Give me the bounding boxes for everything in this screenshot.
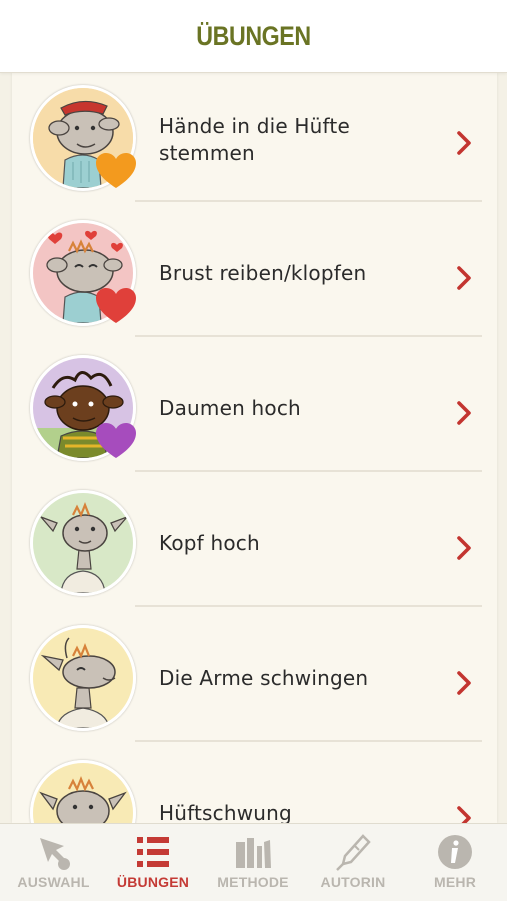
exercise-label-line: Hüftschwung [159, 801, 292, 823]
exercise-label-line: Brust reiben/klopfen [159, 261, 367, 285]
tab-label: ÜBUNGEN [116, 874, 190, 890]
tab-label: AUSWAHL [17, 874, 90, 890]
divider [135, 200, 482, 202]
orange-heart-icon [96, 153, 136, 188]
purple-heart-icon [96, 423, 136, 458]
exercise-label: Hände in die Hüfte stemmen [159, 113, 350, 167]
tab-uebungen[interactable]: ÜBUNGEN [103, 824, 203, 901]
chevron-right-icon[interactable] [455, 535, 473, 561]
exercise-label: Hüftschwung [159, 800, 292, 823]
list-item-haende-huefte[interactable]: Hände in die Hüfte stemmen [12, 73, 497, 208]
pointer-icon [39, 838, 70, 870]
exercise-label-line: Kopf hoch [159, 531, 260, 555]
tab-autorin[interactable]: AUTORIN [303, 824, 403, 901]
red-heart-icon [96, 288, 136, 323]
page-title: ÜBUNGEN [196, 20, 311, 51]
exercise-label: Daumen hoch [159, 395, 301, 422]
bottom-tab-bar: AUSWAHL ÜBUNGEN METHODE AUTORIN MEHR [0, 823, 507, 901]
exercise-list[interactable]: Hände in die Hüfte stemmen Brust reiben/… [12, 73, 497, 823]
info-icon [438, 835, 472, 869]
list-item-brust-reiben[interactable]: Brust reiben/klopfen [12, 208, 497, 343]
exercise-label-line: stemmen [159, 141, 255, 165]
avatar [30, 760, 136, 823]
fountain-pen-icon [336, 834, 371, 871]
divider [135, 740, 482, 742]
list-icon [137, 837, 169, 867]
exercise-label-line: Die Arme schwingen [159, 666, 369, 690]
tab-mehr[interactable]: MEHR [403, 824, 507, 901]
exercise-label: Die Arme schwingen [159, 665, 368, 692]
list-item-kopf-hoch[interactable]: Kopf hoch [12, 478, 497, 613]
exercise-label: Kopf hoch [159, 530, 260, 557]
books-icon [236, 838, 271, 868]
avatar [30, 625, 136, 731]
list-item-arme-schwingen[interactable]: Die Arme schwingen [12, 613, 497, 748]
divider [135, 605, 482, 607]
avatar [30, 490, 136, 596]
chevron-right-icon[interactable] [455, 670, 473, 696]
tab-auswahl[interactable]: AUSWAHL [0, 824, 107, 901]
chevron-right-icon[interactable] [455, 805, 473, 823]
tab-label: METHODE [217, 874, 289, 890]
tab-methode[interactable]: METHODE [203, 824, 303, 901]
header-bar: ÜBUNGEN [0, 0, 507, 73]
exercise-label: Brust reiben/klopfen [159, 260, 366, 287]
chevron-right-icon[interactable] [455, 265, 473, 291]
tab-label: AUTORIN [320, 874, 386, 890]
tab-label: MEHR [433, 874, 477, 890]
divider [135, 335, 482, 337]
exercise-label-line: Hände in die Hüfte [159, 114, 350, 138]
divider [135, 470, 482, 472]
list-item-hueftschwung[interactable]: Hüftschwung [12, 748, 497, 823]
exercise-label-line: Daumen hoch [159, 396, 301, 420]
chevron-right-icon[interactable] [455, 130, 473, 156]
list-item-daumen-hoch[interactable]: Daumen hoch [12, 343, 497, 478]
chevron-right-icon[interactable] [455, 400, 473, 426]
